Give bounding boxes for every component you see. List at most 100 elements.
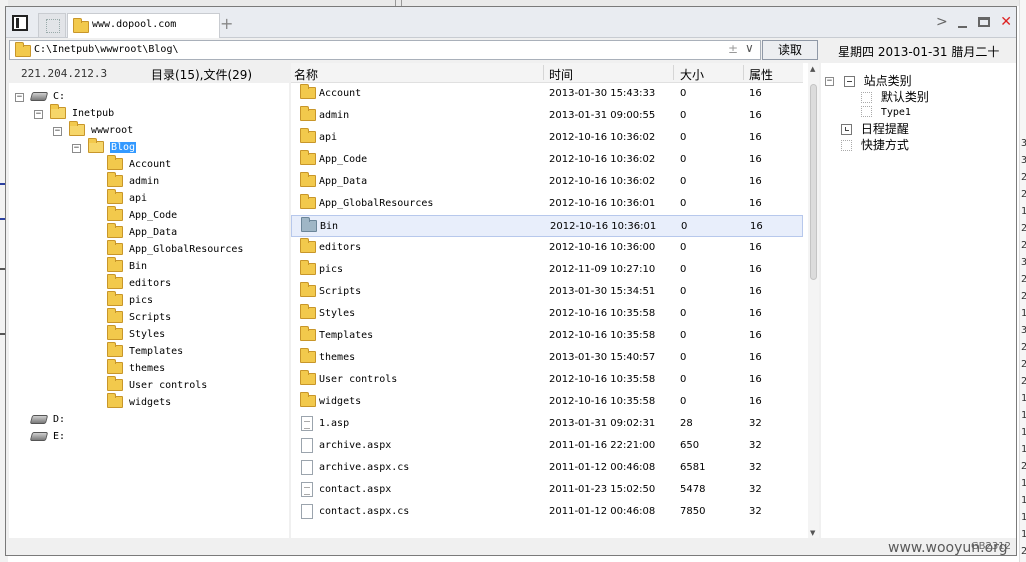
- site-category-node[interactable]: − 站点类别: [825, 72, 912, 88]
- cell-name: api: [319, 132, 338, 143]
- folder-row[interactable]: App_GlobalResources 2012-10-16 10:36:01 0 1…: [291, 193, 803, 215]
- tree-node-child[interactable]: pics: [107, 291, 154, 309]
- folder-row[interactable]: editors 2012-10-16 10:36:00 0 16: [291, 237, 803, 259]
- column-divider[interactable]: [543, 65, 544, 80]
- tree-node-child[interactable]: widgets: [107, 393, 171, 411]
- folder-row[interactable]: Scripts 2013-01-30 15:34:51 0 16: [291, 281, 803, 303]
- folder-row[interactable]: Styles 2012-10-16 10:35:58 0 16: [291, 303, 803, 325]
- column-time[interactable]: 时间: [549, 66, 573, 83]
- tree-node-child[interactable]: Bin: [107, 257, 148, 275]
- column-size[interactable]: 大小: [680, 66, 704, 83]
- shortcuts-node[interactable]: 快捷方式: [841, 136, 909, 152]
- tree-node-child[interactable]: editors: [107, 274, 171, 292]
- column-attr[interactable]: 属性: [749, 66, 773, 83]
- cell-time: 2013-01-30 15:34:51: [549, 286, 656, 297]
- address-plus-minus-button[interactable]: ±: [728, 42, 738, 56]
- default-category-node[interactable]: 默认类别: [861, 88, 929, 104]
- folder-row[interactable]: api 2012-10-16 10:36:02 0 16: [291, 127, 803, 149]
- tree-drive-e[interactable]: E:: [29, 429, 65, 445]
- tree-node-child[interactable]: App_Data: [107, 223, 177, 241]
- tree-node-child[interactable]: User controls: [107, 376, 207, 394]
- collapse-icon[interactable]: −: [53, 127, 62, 136]
- maximize-icon[interactable]: [977, 17, 990, 27]
- background-digit: 2: [1021, 240, 1026, 251]
- folder-icon: [15, 42, 31, 57]
- cell-attr: 32: [749, 418, 762, 429]
- folder-row[interactable]: App_Code 2012-10-16 10:36:02 0 16: [291, 149, 803, 171]
- scroll-down-icon[interactable]: ▼: [810, 529, 815, 537]
- tab-active[interactable]: www.dopool.com: [67, 13, 220, 38]
- sidebar-toggle-icon[interactable]: [12, 15, 28, 31]
- tree-node-inetpub[interactable]: − Inetpub: [34, 104, 114, 122]
- file-icon: [301, 482, 313, 497]
- chevron-right-icon[interactable]: >: [936, 14, 948, 30]
- file-row[interactable]: contact.aspx.cs 2011-01-12 00:46:08 7850 32: [291, 501, 803, 523]
- folder-row[interactable]: widgets 2012-10-16 10:35:58 0 16: [291, 391, 803, 413]
- file-row[interactable]: archive.aspx.cs 2011-01-12 00:46:08 6581 32: [291, 457, 803, 479]
- tree-node-child[interactable]: themes: [107, 359, 165, 377]
- tree-node-child[interactable]: App_GlobalResources: [107, 240, 243, 258]
- cell-size: 0: [680, 286, 687, 297]
- address-dropdown-button[interactable]: ∨: [745, 41, 754, 55]
- tree-node-child[interactable]: api: [107, 189, 147, 207]
- cell-attr: 16: [749, 154, 762, 165]
- collapse-icon[interactable]: −: [34, 110, 43, 119]
- folder-row[interactable]: themes 2013-01-30 15:40:57 0 16: [291, 347, 803, 369]
- folder-row[interactable]: User controls 2012-10-16 10:35:58 0 16: [291, 369, 803, 391]
- tree-node-label: pics: [129, 294, 154, 306]
- close-icon[interactable]: ✕: [1000, 14, 1012, 30]
- background-digit: 1: [1021, 410, 1026, 421]
- tree-node-blog[interactable]: − Blog: [72, 138, 137, 156]
- folder-icon: [301, 217, 317, 232]
- tree-node-child[interactable]: Styles: [107, 325, 165, 343]
- tree-node-child[interactable]: App_Code: [107, 206, 177, 224]
- tree-node-child[interactable]: Templates: [107, 342, 183, 360]
- cell-attr: 16: [749, 176, 762, 187]
- site-category-label: 站点类别: [863, 74, 912, 88]
- column-name[interactable]: 名称: [294, 66, 318, 83]
- vertical-scrollbar[interactable]: ▲ ▼: [808, 63, 819, 538]
- background-digit: 3: [1021, 257, 1026, 268]
- minimize-icon[interactable]: [958, 26, 968, 28]
- new-tab-icon[interactable]: +: [220, 14, 233, 33]
- collapse-icon[interactable]: −: [825, 77, 834, 86]
- folder-row[interactable]: App_Data 2012-10-16 10:36:02 0 16: [291, 171, 803, 193]
- tree-drive-d[interactable]: D:: [29, 412, 65, 428]
- background-digit: 2: [1021, 461, 1026, 472]
- tree-node-child[interactable]: admin: [107, 172, 159, 190]
- collapse-icon[interactable]: −: [15, 93, 24, 102]
- tree-drive-c[interactable]: − C:: [15, 89, 65, 105]
- tree-node-label: Bin: [129, 260, 148, 272]
- cell-time: 2012-10-16 10:35:58: [549, 396, 656, 407]
- scroll-up-icon[interactable]: ▲: [810, 65, 815, 73]
- cell-name: App_Code: [319, 154, 368, 165]
- address-bar[interactable]: C:\Inetpub\wwwroot\Blog\ ± ∨: [9, 40, 761, 60]
- cell-time: 2012-10-16 10:35:58: [549, 374, 656, 385]
- folder-row[interactable]: Account 2013-01-30 15:43:33 0 16: [291, 83, 803, 105]
- folder-row[interactable]: pics 2012-11-09 10:27:10 0 16: [291, 259, 803, 281]
- schedule-node[interactable]: 日程提醒: [841, 120, 909, 136]
- collapse-icon[interactable]: −: [72, 144, 81, 153]
- tree-node-wwwroot[interactable]: − wwwroot: [53, 121, 133, 139]
- scroll-thumb[interactable]: [810, 84, 817, 280]
- folder-icon: [300, 326, 316, 341]
- folder-row[interactable]: Templates 2012-10-16 10:35:58 0 16: [291, 325, 803, 347]
- read-button[interactable]: 读取: [762, 40, 818, 60]
- folder-icon: [300, 150, 316, 165]
- cell-size: 0: [680, 352, 687, 363]
- tree-node-child[interactable]: Account: [107, 155, 171, 173]
- folder-row[interactable]: Bin 2012-10-16 10:36:01 0 16: [291, 215, 803, 237]
- column-divider[interactable]: [673, 65, 674, 80]
- file-row[interactable]: archive.aspx 2011-01-16 22:21:00 650 32: [291, 435, 803, 457]
- column-divider[interactable]: [743, 65, 744, 80]
- type1-node[interactable]: Type1: [861, 104, 911, 120]
- file-row[interactable]: 1.asp 2013-01-31 09:02:31 28 32: [291, 413, 803, 435]
- address-text: C:\Inetpub\wwwroot\Blog\: [34, 44, 179, 55]
- cell-time: 2011-01-16 22:21:00: [549, 440, 656, 451]
- folder-row[interactable]: admin 2013-01-31 09:00:55 0 16: [291, 105, 803, 127]
- tree-node-child[interactable]: Scripts: [107, 308, 171, 326]
- tab-blank[interactable]: [38, 13, 66, 37]
- file-row[interactable]: contact.aspx 2011-01-23 15:02:50 5478 32: [291, 479, 803, 501]
- cell-name: Templates: [319, 330, 374, 341]
- cell-name: editors: [319, 242, 362, 253]
